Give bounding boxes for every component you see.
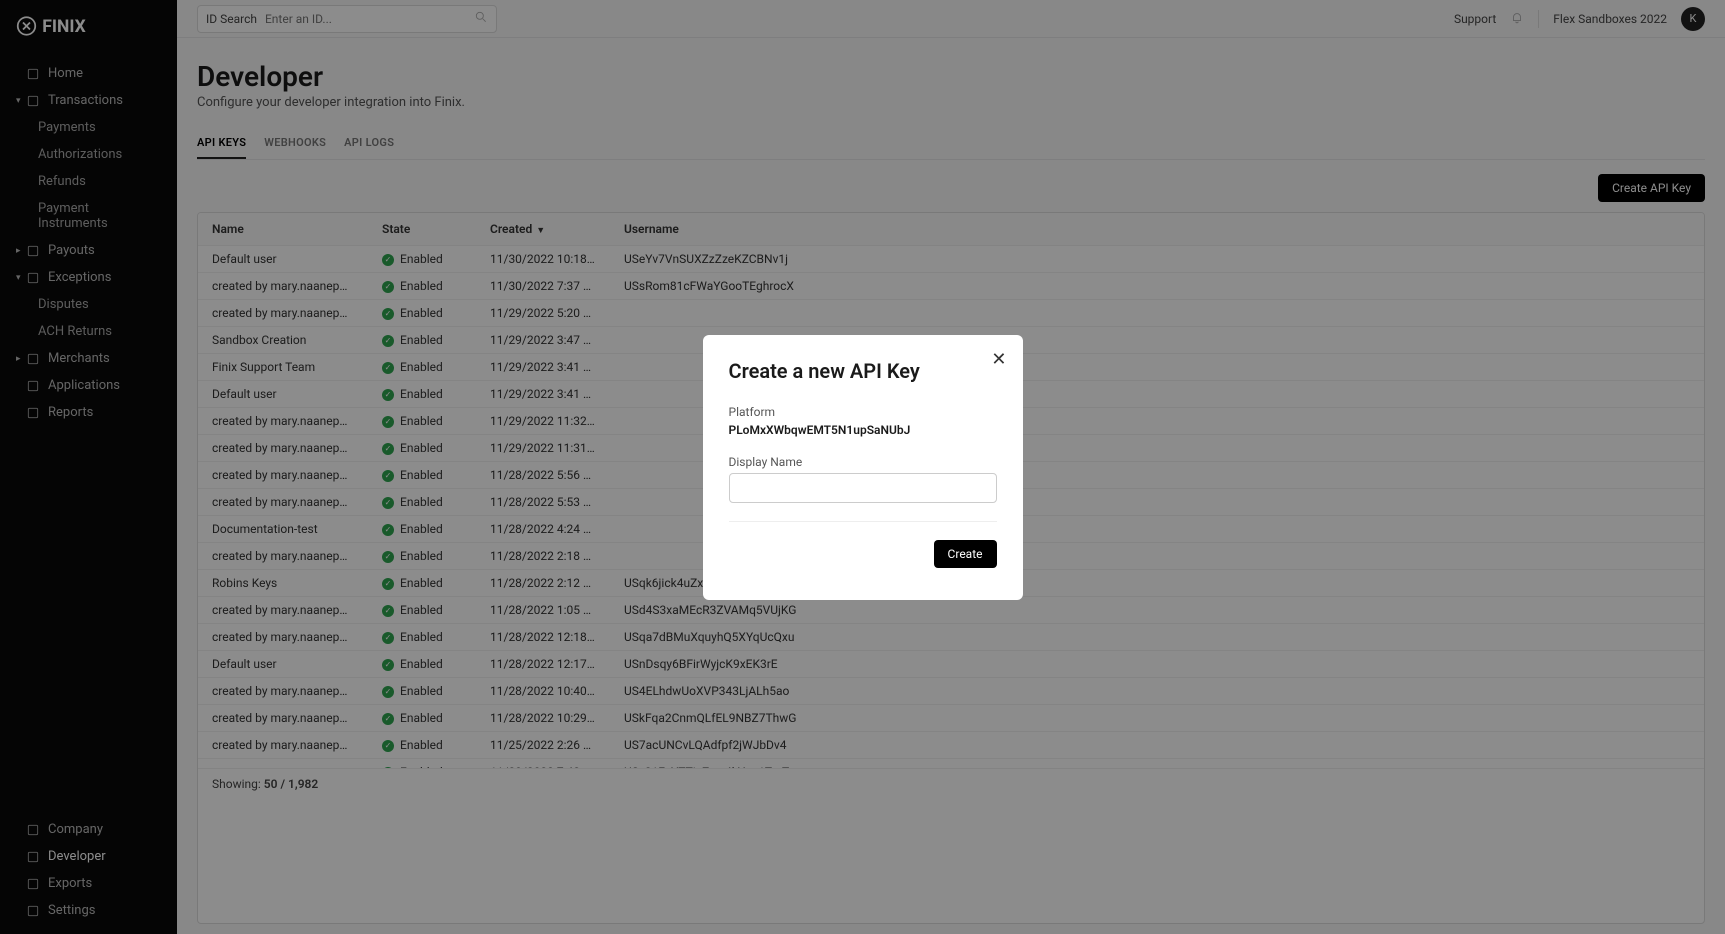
modal-title: Create a new API Key [729, 359, 997, 383]
display-name-label: Display Name [729, 455, 997, 469]
close-icon[interactable]: ✕ [991, 349, 1006, 370]
create-api-key-modal: ✕ Create a new API Key Platform PLoMxXWb… [703, 335, 1023, 600]
platform-value: PLoMxXWbqwEMT5N1upSaNUbJ [729, 423, 997, 437]
display-name-input[interactable] [729, 473, 997, 503]
modal-overlay[interactable]: ✕ Create a new API Key Platform PLoMxXWb… [0, 0, 1725, 934]
platform-label: Platform [729, 405, 997, 419]
modal-create-button[interactable]: Create [934, 540, 997, 568]
modal-divider [729, 521, 997, 522]
